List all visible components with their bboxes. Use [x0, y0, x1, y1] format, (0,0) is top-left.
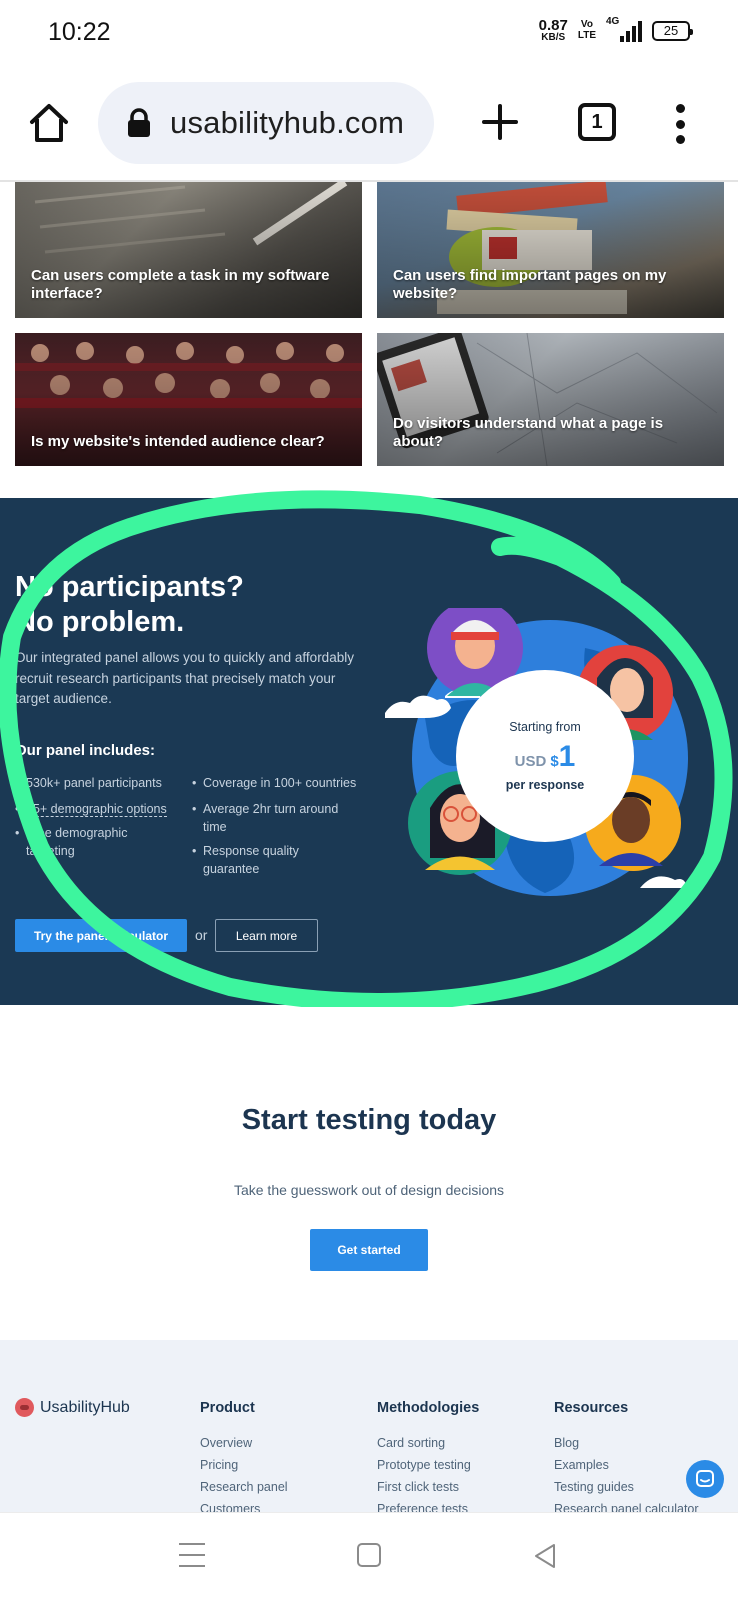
- address-bar[interactable]: usabilityhub.com: [98, 82, 434, 164]
- footer-column-title: Product: [200, 1400, 255, 1416]
- question-card[interactable]: Is my website's intended audience clear?: [15, 333, 362, 466]
- status-bar: 10:22 0.87 KB/S Vo LTE 4G 25: [0, 0, 738, 66]
- footer-link[interactable]: Testing guides: [554, 1476, 699, 1498]
- price-amount: USD $ 1: [515, 740, 576, 774]
- volte-bottom: LTE: [577, 29, 596, 41]
- battery-level: 25: [663, 23, 679, 38]
- card-caption: Is my website's intended audience clear?: [31, 433, 325, 451]
- battery-icon: 25: [652, 20, 693, 41]
- page-content: Can users complete a task in my software…: [0, 182, 738, 1512]
- price-starting-label: Starting from: [509, 720, 581, 734]
- system-navigation-bar: [0, 1512, 738, 1600]
- status-time: 10:22: [48, 18, 111, 46]
- volte-icon: Vo LTE: [577, 19, 596, 41]
- site-footer: UsabilityHub Product Overview Pricing Re…: [0, 1340, 738, 1512]
- home-square-icon[interactable]: [357, 1543, 381, 1567]
- feature-item: Free demographic targeting: [15, 824, 165, 860]
- price-currency: USD: [514, 753, 547, 770]
- footer-link[interactable]: Preference tests: [377, 1498, 479, 1512]
- get-started-button[interactable]: Get started: [310, 1229, 428, 1271]
- learn-more-button[interactable]: Learn more: [215, 919, 318, 952]
- network-speed-unit: KB/S: [541, 32, 566, 43]
- footer-column-product: Product Overview Pricing Research panel …: [200, 1400, 288, 1512]
- start-testing-subtitle: Take the guesswork out of design decisio…: [233, 1182, 505, 1198]
- footer-link[interactable]: Card sorting: [377, 1432, 479, 1454]
- browser-toolbar: usabilityhub.com 1: [0, 66, 738, 182]
- panel-title: No participants? No problem.: [15, 571, 244, 639]
- feature-item: Response quality guarantee: [192, 842, 342, 878]
- panel-description: Our integrated panel allows you to quick…: [15, 650, 354, 707]
- signal-bar: [620, 35, 624, 42]
- signal-bar: [626, 30, 630, 42]
- signal-icon: 4G: [606, 16, 642, 42]
- signal-bar: [638, 20, 642, 42]
- footer-link[interactable]: First click tests: [377, 1476, 479, 1498]
- or-text: or: [195, 927, 208, 943]
- network-speed-value: 0.87: [538, 17, 568, 34]
- tab-count: 1: [591, 110, 603, 133]
- logo-mark-icon: [15, 1398, 34, 1417]
- url-text: usabilityhub.com: [170, 105, 405, 140]
- card-caption: Do visitors understand what a page is ab…: [393, 414, 664, 451]
- feature-item: Coverage in 100+ countries: [192, 774, 372, 792]
- panel-calculator-button[interactable]: Try the panel calculator: [15, 919, 187, 952]
- footer-column-title: Methodologies: [377, 1400, 480, 1416]
- footer-link[interactable]: Research panel: [200, 1476, 288, 1498]
- recent-apps-icon[interactable]: [179, 1543, 205, 1567]
- question-card[interactable]: Do visitors understand what a page is ab…: [377, 333, 724, 466]
- footer-link[interactable]: Examples: [554, 1454, 699, 1476]
- plus-icon[interactable]: [480, 102, 520, 142]
- status-indicators: 0.87 KB/S Vo LTE 4G 25: [539, 16, 693, 43]
- panel-section: No participants? No problem. Our integra…: [0, 498, 738, 1005]
- footer-column-resources: Resources Blog Examples Testing guides R…: [554, 1400, 699, 1512]
- price-symbol: $: [550, 753, 559, 770]
- question-card[interactable]: Can users find important pages on my web…: [377, 182, 724, 318]
- footer-link[interactable]: Research panel calculator: [554, 1498, 699, 1512]
- feature-item: Average 2hr turn around time: [192, 800, 357, 836]
- footer-link[interactable]: Pricing: [200, 1454, 288, 1476]
- feature-item: 530k+ panel participants: [15, 774, 185, 792]
- network-type: 4G: [606, 15, 620, 27]
- logo-text: UsabilityHub: [40, 1398, 130, 1416]
- footer-link[interactable]: Prototype testing: [377, 1454, 479, 1476]
- footer-link[interactable]: Overview: [200, 1432, 288, 1454]
- card-caption: Can users find important pages on my web…: [393, 266, 667, 303]
- chat-icon: [696, 1470, 714, 1487]
- footer-link[interactable]: Blog: [554, 1432, 699, 1454]
- price-badge: Starting from USD $ 1 per response: [456, 670, 634, 842]
- tab-switcher-button[interactable]: 1: [578, 103, 616, 141]
- start-testing-title: Start testing today: [241, 1104, 497, 1136]
- feature-item-link[interactable]: 35+ demographic options: [15, 800, 185, 818]
- footer-link[interactable]: Customers: [200, 1498, 288, 1512]
- price-per-label: per response: [505, 778, 585, 792]
- price-value: 1: [558, 740, 576, 773]
- card-caption: Can users complete a task in my software…: [31, 266, 330, 303]
- network-speed: 0.87 KB/S: [539, 18, 568, 43]
- back-icon[interactable]: [532, 1543, 558, 1569]
- footer-column-methodologies: Methodologies Card sorting Prototype tes…: [377, 1400, 479, 1512]
- chat-widget-button[interactable]: [686, 1460, 724, 1498]
- usabilityhub-logo[interactable]: UsabilityHub: [15, 1398, 130, 1417]
- footer-column-title: Resources: [554, 1400, 629, 1416]
- panel-includes-title: Our panel includes:: [15, 742, 156, 759]
- question-card[interactable]: Can users complete a task in my software…: [15, 182, 362, 318]
- signal-bar: [632, 25, 636, 42]
- more-menu-icon[interactable]: [672, 104, 688, 144]
- volte-top: Vo: [580, 19, 593, 30]
- lock-icon: [128, 108, 150, 137]
- home-icon[interactable]: [26, 100, 72, 146]
